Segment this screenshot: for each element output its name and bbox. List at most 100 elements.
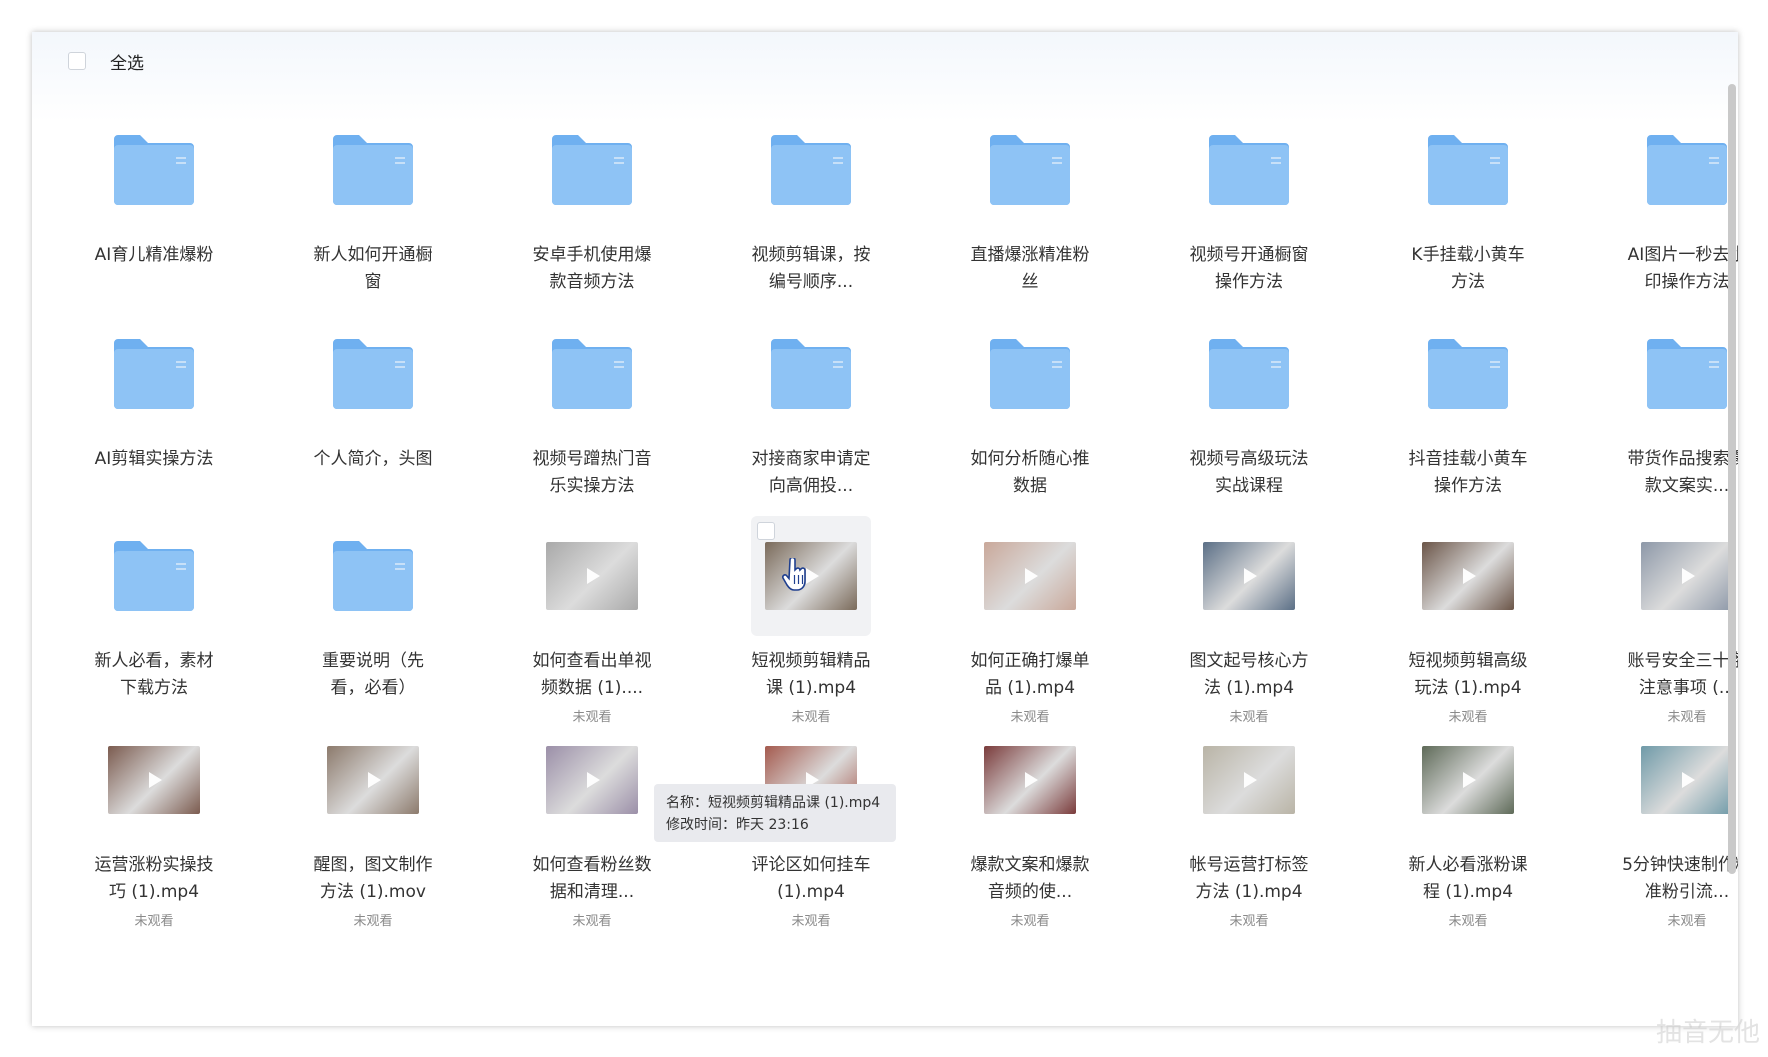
item-thumbnail-area[interactable]	[970, 110, 1090, 230]
video-thumbnail	[984, 746, 1076, 814]
item-name: 评论区如何挂车 (1).mp4	[751, 855, 871, 902]
video-item[interactable]: 短视频剪辑高级玩法 (1).mp4 未观看	[1359, 516, 1577, 740]
video-item[interactable]: 如何正确打爆单品 (1).mp4 未观看	[921, 516, 1139, 740]
folder-item[interactable]: AI剪辑实操方法	[45, 314, 263, 538]
folder-item[interactable]: 直播爆涨精准粉丝	[921, 110, 1139, 334]
select-all[interactable]: 全选	[68, 46, 144, 76]
item-thumbnail-area[interactable]	[1627, 314, 1738, 434]
video-thumbnail	[1203, 746, 1295, 814]
item-name: 图文起号核心方法 (1).mp4	[1189, 651, 1309, 698]
item-name: 爆款文案和爆款音频的使...	[970, 855, 1090, 902]
item-thumbnail-area[interactable]	[1408, 110, 1528, 230]
item-name: 视频剪辑课，按编号顺序...	[751, 245, 871, 292]
folder-item[interactable]: AI育儿精准爆粉	[45, 110, 263, 334]
item-name: 重要说明（先看，必看）	[322, 651, 424, 698]
play-icon	[1682, 568, 1695, 584]
folder-item[interactable]: 视频号开通橱窗操作方法	[1140, 110, 1358, 334]
item-thumbnail-area[interactable]	[532, 110, 652, 230]
play-icon	[368, 772, 381, 788]
item-name: 如何查看粉丝数据和清理...	[532, 855, 652, 902]
item-checkbox[interactable]	[757, 522, 775, 540]
item-thumbnail-area[interactable]	[751, 516, 871, 636]
tooltip-name: 名称：短视频剪辑精品课 (1).mp4	[666, 795, 881, 811]
item-name: 如何分析随心推数据	[970, 449, 1090, 496]
folder-item[interactable]: K手挂载小黄车方法	[1359, 110, 1577, 334]
item-thumbnail-area[interactable]	[94, 516, 214, 636]
item-name: 新人必看涨粉课程 (1).mp4	[1408, 855, 1528, 902]
tooltip-time: 修改时间：昨天 23:16	[666, 817, 809, 833]
item-thumbnail-area[interactable]	[94, 110, 214, 230]
item-thumbnail-area[interactable]	[1408, 720, 1528, 840]
folder-item[interactable]: 新人必看，素材下载方法	[45, 516, 263, 740]
folder-item[interactable]: 如何分析随心推数据	[921, 314, 1139, 538]
folder-item[interactable]: 视频号高级玩法实战课程	[1140, 314, 1358, 538]
folder-item[interactable]: 视频号蹭热门音乐实操方法	[483, 314, 701, 538]
item-thumbnail-area[interactable]	[313, 720, 433, 840]
video-item[interactable]: 爆款文案和爆款音频的使... 未观看	[921, 720, 1139, 944]
vertical-scrollbar[interactable]	[1728, 84, 1736, 874]
video-item[interactable]: 5分钟快速制作精准粉引流... 未观看	[1578, 720, 1738, 944]
video-item[interactable]: 帐号运营打标签方法 (1).mp4 未观看	[1140, 720, 1358, 944]
folder-item[interactable]: 新人如何开通橱窗	[264, 110, 482, 334]
video-item[interactable]: 醒图，图文制作方法 (1).mov 未观看	[264, 720, 482, 944]
item-name: 安卓手机使用爆款音频方法	[532, 245, 652, 292]
item-thumbnail-area[interactable]	[1189, 110, 1309, 230]
item-name: AI剪辑实操方法	[94, 449, 214, 469]
item-name: 账号安全三十条注意事项 (...	[1627, 651, 1739, 698]
select-all-checkbox[interactable]	[68, 52, 86, 70]
folder-item[interactable]: 重要说明（先看，必看）	[264, 516, 482, 740]
item-thumbnail-area[interactable]	[313, 516, 433, 636]
folder-icon	[333, 541, 413, 611]
video-item[interactable]: 账号安全三十条注意事项 (... 未观看	[1578, 516, 1738, 740]
folder-icon	[771, 135, 851, 205]
item-thumbnail-area[interactable]	[751, 110, 871, 230]
item-thumbnail-area[interactable]	[313, 314, 433, 434]
item-thumbnail-area[interactable]	[1627, 516, 1738, 636]
folder-item[interactable]: 抖音挂载小黄车操作方法	[1359, 314, 1577, 538]
play-icon	[1463, 772, 1476, 788]
item-thumbnail-area[interactable]	[313, 110, 433, 230]
item-thumbnail-area[interactable]	[970, 516, 1090, 636]
watch-status: 未观看	[134, 914, 174, 929]
folder-item[interactable]: 视频剪辑课，按编号顺序...	[702, 110, 920, 334]
video-item[interactable]: 新人必看涨粉课程 (1).mp4 未观看	[1359, 720, 1577, 944]
item-thumbnail-area[interactable]	[1627, 110, 1738, 230]
item-thumbnail-area[interactable]	[751, 314, 871, 434]
item-name: 如何查看出单视频数据 (1)....	[532, 651, 652, 698]
folder-item[interactable]: 对接商家申请定向高佣投...	[702, 314, 920, 538]
item-thumbnail-area[interactable]	[1408, 314, 1528, 434]
video-thumbnail	[546, 542, 638, 610]
item-thumbnail-area[interactable]	[1627, 720, 1738, 840]
folder-item[interactable]: 个人简介，头图	[264, 314, 482, 538]
item-thumbnail-area[interactable]	[94, 720, 214, 840]
item-thumbnail-area[interactable]	[532, 720, 652, 840]
item-thumbnail-area[interactable]	[970, 314, 1090, 434]
folder-item[interactable]: 带货作品搜索爆款文案实...	[1578, 314, 1738, 538]
folder-icon	[771, 339, 851, 409]
folder-icon	[1647, 135, 1727, 205]
item-name: 醒图，图文制作方法 (1).mov	[313, 855, 433, 902]
play-icon	[1244, 568, 1257, 584]
item-thumbnail-area[interactable]	[532, 314, 652, 434]
item-thumbnail-area[interactable]	[94, 314, 214, 434]
folder-icon	[333, 135, 413, 205]
item-thumbnail-area[interactable]	[970, 720, 1090, 840]
item-name: 5分钟快速制作精准粉引流...	[1622, 855, 1738, 902]
item-thumbnail-area[interactable]	[1408, 516, 1528, 636]
item-name: 视频号高级玩法实战课程	[1189, 449, 1309, 496]
video-item[interactable]: 运营涨粉实操技巧 (1).mp4 未观看	[45, 720, 263, 944]
video-item[interactable]: 短视频剪辑精品课 (1).mp4 未观看	[702, 516, 920, 740]
watch-status: 未观看	[791, 914, 831, 929]
folder-icon	[1428, 135, 1508, 205]
folder-item[interactable]: 安卓手机使用爆款音频方法	[483, 110, 701, 334]
folder-icon	[1209, 339, 1289, 409]
watch-status: 未观看	[1010, 914, 1050, 929]
video-thumbnail	[984, 542, 1076, 610]
video-item[interactable]: 如何查看出单视频数据 (1).... 未观看	[483, 516, 701, 740]
item-thumbnail-area[interactable]	[1189, 516, 1309, 636]
item-thumbnail-area[interactable]	[1189, 720, 1309, 840]
item-thumbnail-area[interactable]	[532, 516, 652, 636]
video-item[interactable]: 图文起号核心方法 (1).mp4 未观看	[1140, 516, 1358, 740]
item-thumbnail-area[interactable]	[1189, 314, 1309, 434]
folder-item[interactable]: AI图片一秒去水印操作方法	[1578, 110, 1738, 334]
